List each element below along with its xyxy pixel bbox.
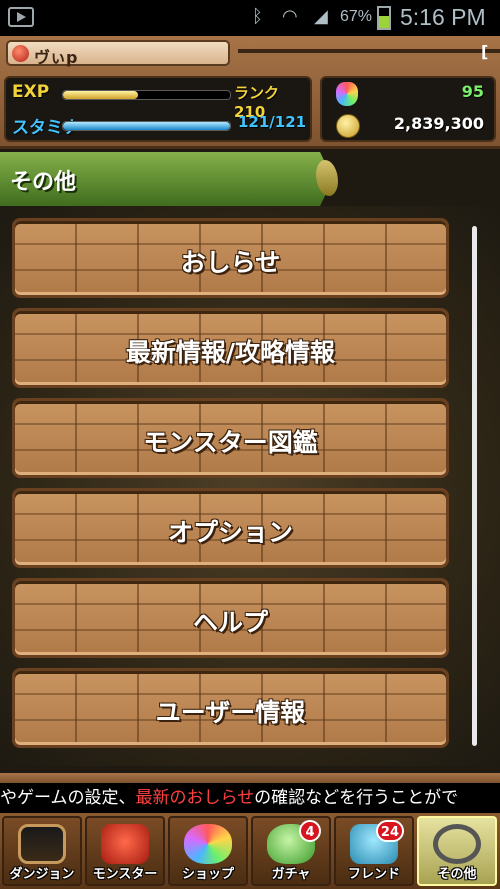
section-title: その他 [10, 170, 77, 195]
friend-badge: 24 [375, 820, 404, 842]
menu-button-label: オプション [167, 518, 293, 547]
dungeon-gate-icon [18, 824, 66, 864]
nav-label: モンスター [92, 867, 158, 882]
clock: 5:16 PM [400, 4, 486, 30]
nav-other[interactable]: その他 [417, 816, 497, 886]
player-header: ヴぃp [ EXP ランク 210 スタミナ 121/121 95 2,839,… [0, 36, 500, 149]
nav-gacha[interactable]: 4 ガチャ [251, 816, 331, 886]
bluetooth-icon: ᛒ [252, 6, 263, 27]
nav-monster[interactable]: モンスター [85, 816, 165, 886]
nav-friend[interactable]: 24 フレンド [334, 816, 414, 886]
ticker-text-highlight: 最新のおしらせ [135, 788, 255, 808]
menu-button-label: モンスター図鑑 [143, 428, 318, 457]
status-bar: ᛒ ◠ ◢ 67% 5:16 PM [0, 0, 500, 36]
menu-button-label: ヘルプ [192, 608, 268, 637]
nav-shop[interactable]: ショップ [168, 816, 248, 886]
stamina-bar-fill [63, 122, 230, 130]
magic-stone-count: 95 [461, 82, 484, 101]
nav-label: ショップ [181, 867, 234, 882]
signal-icon: ◢ [314, 6, 328, 27]
header-divider [238, 49, 500, 53]
battery-percent: 67% [340, 8, 373, 25]
exp-bar-fill [63, 91, 139, 99]
nav-label: ダンジョン [9, 867, 75, 882]
bottom-nav: ダンジョン モンスター ショップ 4 ガチャ 24 フレンド その他 [0, 813, 500, 889]
question-mark-icon [433, 824, 481, 864]
player-avatar-icon [12, 45, 29, 62]
currency-panel: 95 2,839,300 [320, 76, 496, 142]
player-name-bar[interactable]: ヴぃp [6, 40, 230, 67]
menu-scrollbar[interactable] [472, 226, 477, 746]
menu-button-label: おしらせ [180, 248, 281, 277]
menu-button-help[interactable]: ヘルプ [12, 578, 449, 658]
nav-label: その他 [437, 867, 477, 882]
ticker-frame [0, 773, 500, 783]
menu-button-label: 最新情報/攻略情報 [125, 338, 336, 367]
exp-label: EXP [12, 82, 50, 102]
red-dragon-icon [101, 824, 149, 864]
coin-icon [336, 114, 360, 138]
magic-stone-icon [336, 82, 358, 106]
menu-button-label: ユーザー情報 [155, 698, 306, 727]
nav-label: フレンド [347, 867, 400, 882]
ticker-text-after: の確認などを行うことがで [254, 788, 459, 808]
gacha-badge: 4 [299, 820, 321, 842]
exp-bar [62, 90, 231, 100]
menu-button-notices[interactable]: おしらせ [12, 218, 449, 298]
menu-button-user-info[interactable]: ユーザー情報 [12, 668, 449, 748]
coin-count: 2,839,300 [393, 114, 484, 133]
stamina-value: 121/121 [238, 113, 307, 131]
menu-button-options[interactable]: オプション [12, 488, 449, 568]
section-banner: その他 [0, 152, 333, 206]
nav-dungeon[interactable]: ダンジョン [2, 816, 82, 886]
magic-stone-icon [184, 824, 232, 864]
play-store-icon [8, 7, 34, 27]
ticker-text-before: やゲームの設定、 [0, 788, 136, 808]
wifi-icon: ◠ [282, 6, 298, 27]
stamina-bar [62, 121, 231, 131]
exp-stamina-panel: EXP ランク 210 スタミナ 121/121 [4, 76, 312, 142]
header-mark: [ [481, 42, 489, 61]
nav-label: ガチャ [271, 867, 311, 882]
menu-button-monster-book[interactable]: モンスター図鑑 [12, 398, 449, 478]
menu-button-news-guide[interactable]: 最新情報/攻略情報 [12, 308, 449, 388]
player-name: ヴぃp [34, 48, 78, 67]
help-ticker: やゲームの設定、最新のおしらせの確認などを行うことがで [0, 783, 500, 813]
battery-icon [377, 6, 391, 30]
